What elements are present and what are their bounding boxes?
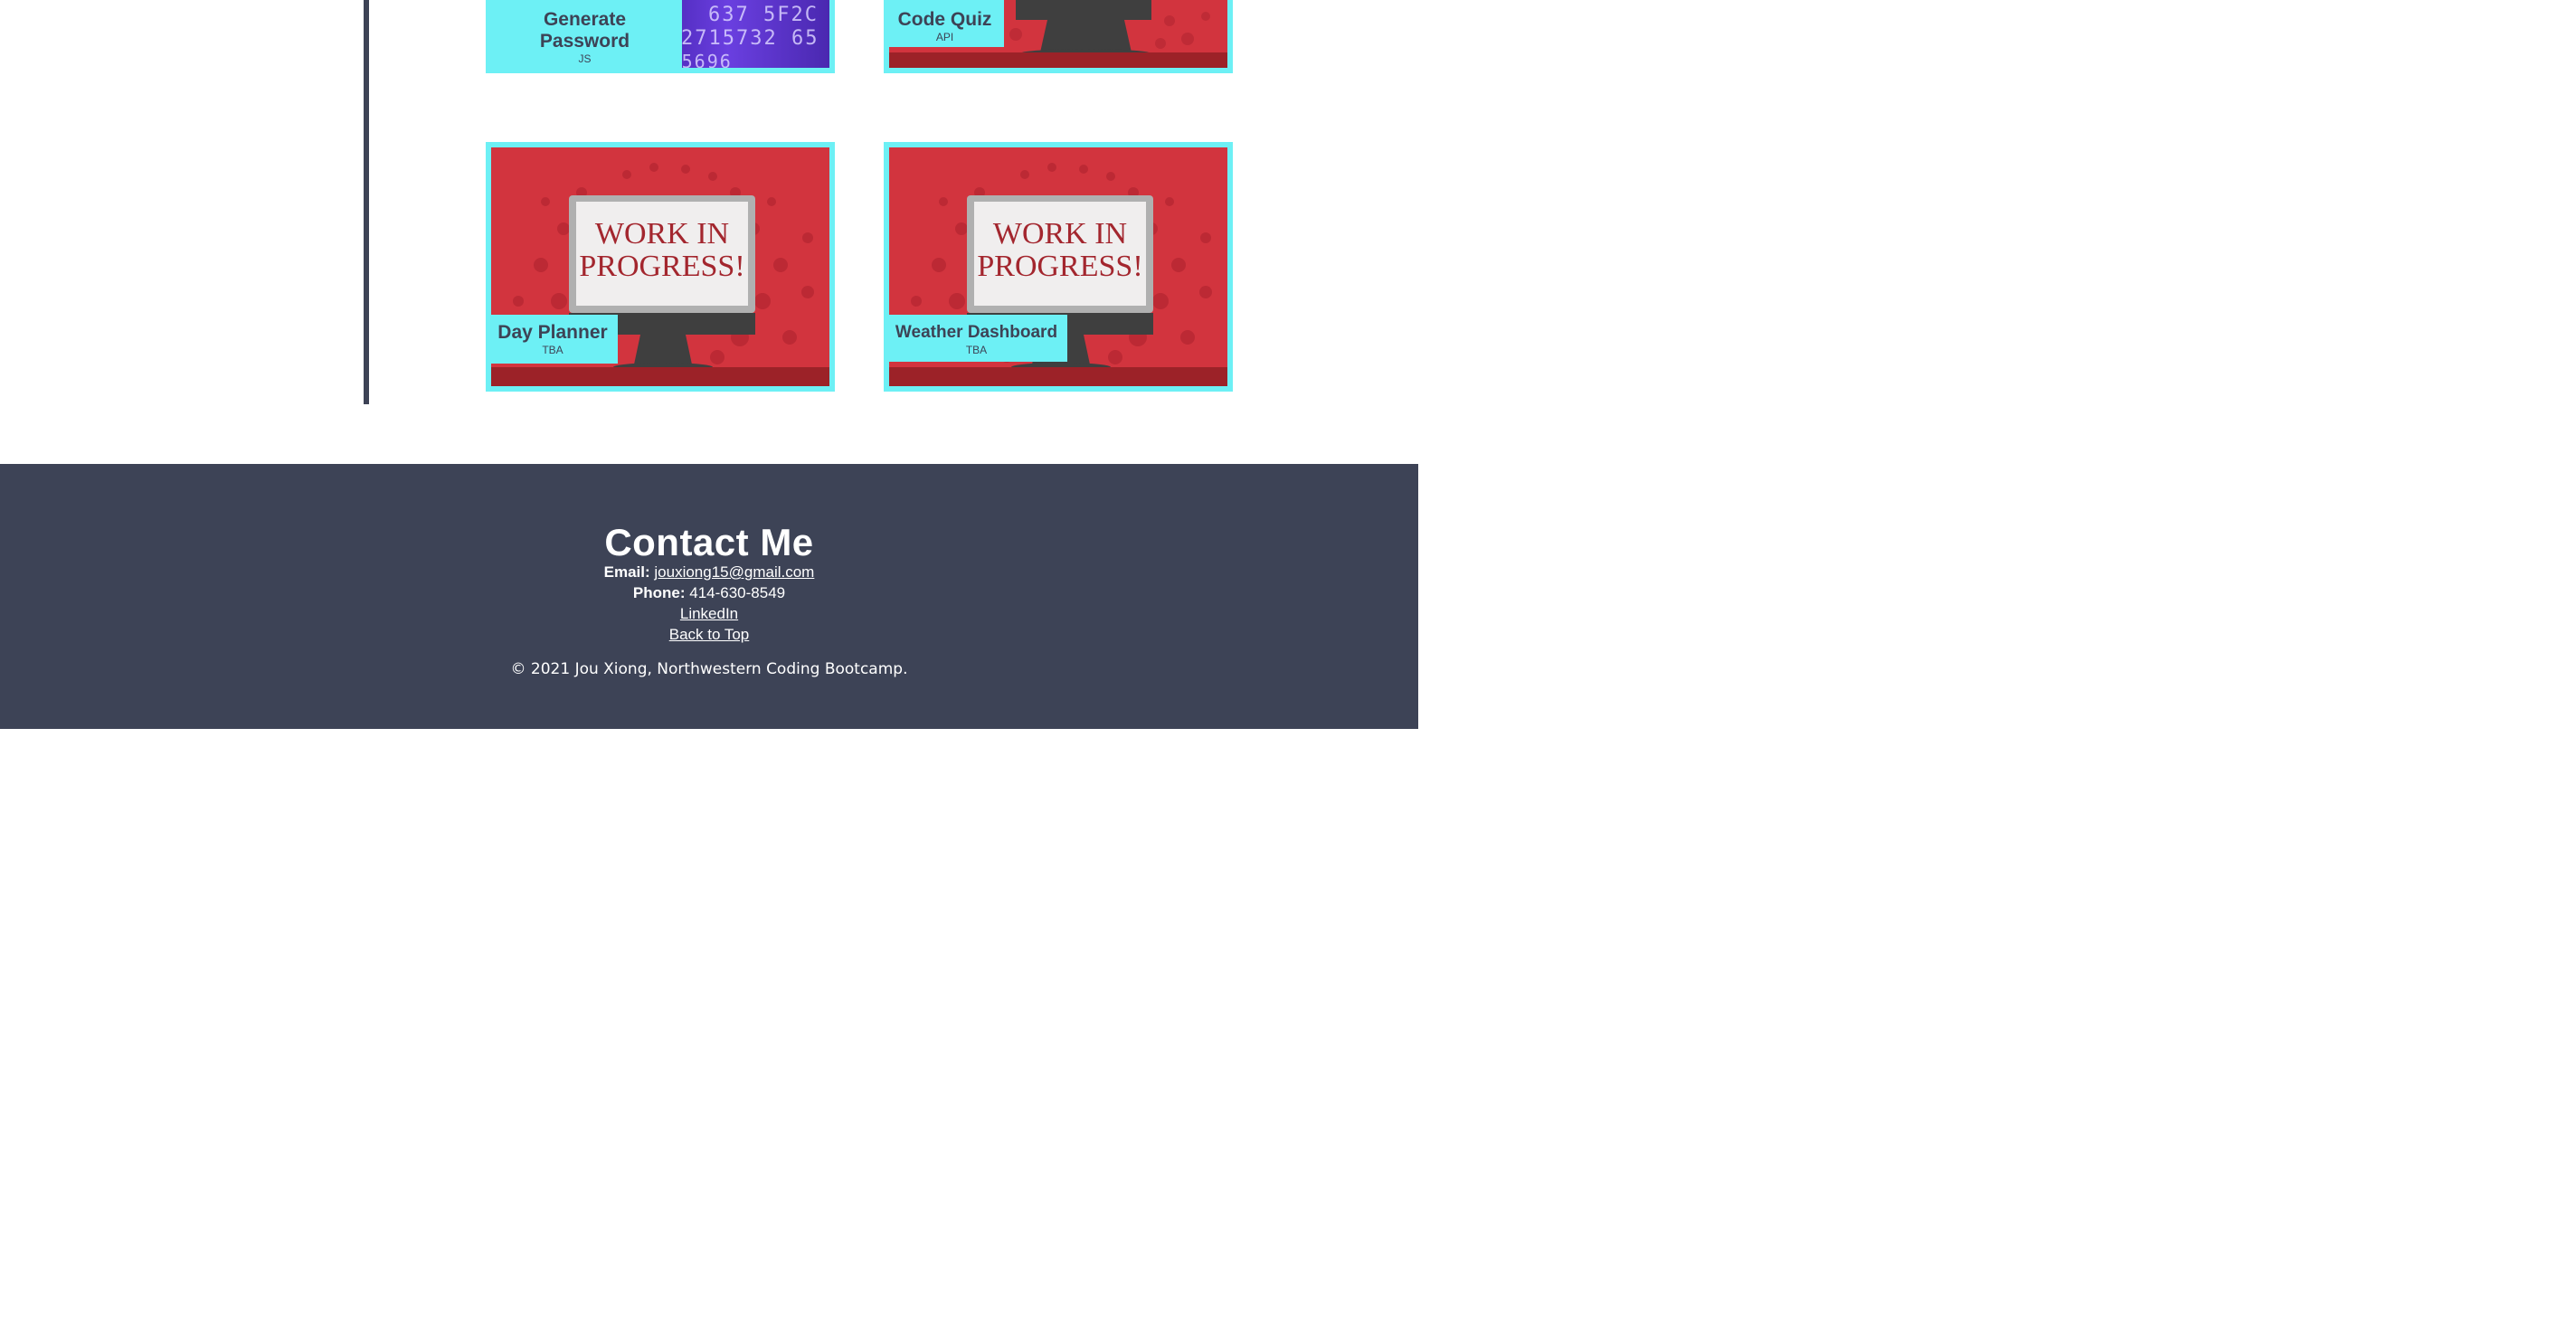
code-text-line: 637 5F2C xyxy=(708,4,819,26)
project-card-day-planner[interactable]: WORK IN PROGRESS! Day Planner TBA xyxy=(486,142,835,392)
phone-line: Phone: 414-630-8549 xyxy=(0,582,1418,603)
phone-value: 414-630-8549 xyxy=(689,584,786,601)
linkedin-line: LinkedIn xyxy=(0,603,1418,624)
back-to-top-link[interactable]: Back to Top xyxy=(669,626,750,643)
project-label: Weather Dashboard TBA xyxy=(889,315,1067,362)
wip-text-line-1: WORK IN xyxy=(595,217,729,251)
project-tag: JS xyxy=(578,52,592,65)
code-text-line: 2715732 65 xyxy=(681,27,819,50)
project-tag: TBA xyxy=(542,344,564,356)
project-title: Code Quiz xyxy=(897,9,992,30)
project-tag: API xyxy=(935,31,954,43)
project-label: Code Quiz API xyxy=(889,0,1004,47)
linkedin-link[interactable]: LinkedIn xyxy=(680,605,738,622)
contact-heading: Contact Me xyxy=(604,521,814,563)
email-label: Email: xyxy=(603,563,650,581)
project-title: Day Planner xyxy=(497,322,608,343)
wip-text-line-2: PROGRESS! xyxy=(977,250,1142,283)
project-label: Day Planner TBA xyxy=(491,315,618,364)
wip-text-line-2: PROGRESS! xyxy=(579,250,744,283)
contact-footer: Contact Me Email: jouxiong15@gmail.com P… xyxy=(0,464,1418,729)
project-tag: TBA xyxy=(965,344,988,356)
phone-label: Phone: xyxy=(632,584,686,601)
project-title: Generate Password xyxy=(539,9,630,52)
project-card-generate-password[interactable]: 637 5F2C 2715732 65 1736512068657265696 … xyxy=(486,0,835,73)
wip-text-line-1: WORK IN xyxy=(993,217,1127,251)
email-link[interactable]: jouxiong15@gmail.com xyxy=(654,563,814,581)
project-card-weather-dashboard[interactable]: WORK IN PROGRESS! Weather Dashboard TBA xyxy=(884,142,1233,392)
project-card-code-quiz[interactable]: Code Quiz API xyxy=(884,0,1233,73)
section-divider-bar xyxy=(364,0,369,404)
project-label: Generate Password JS xyxy=(491,0,682,68)
back-to-top-line: Back to Top xyxy=(0,624,1418,645)
email-line: Email: jouxiong15@gmail.com xyxy=(0,562,1418,582)
project-title: Weather Dashboard xyxy=(895,323,1058,342)
copyright-text: © 2021 Jou Xiong, Northwestern Coding Bo… xyxy=(510,660,908,678)
